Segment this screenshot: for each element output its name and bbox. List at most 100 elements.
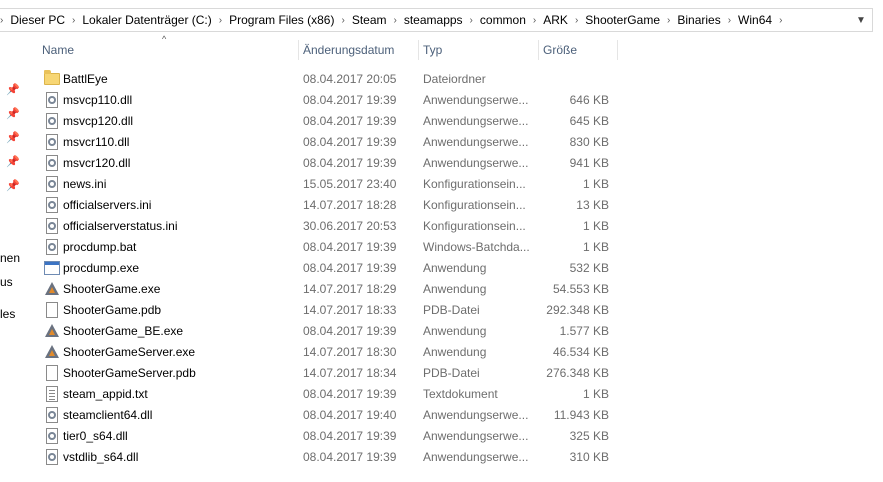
chevron-right-icon[interactable]: › xyxy=(775,15,786,26)
chevron-right-icon[interactable]: › xyxy=(466,15,477,26)
file-row[interactable]: procdump.exe 08.04.2017 19:39 Anwendung 532… xyxy=(38,258,628,279)
file-type: Anwendungserwe... xyxy=(423,135,529,149)
ark-logo-icon xyxy=(44,323,60,339)
file-date: 14.07.2017 18:29 xyxy=(303,282,397,296)
file-size xyxy=(538,69,609,90)
breadcrumb-item[interactable]: common xyxy=(477,13,529,27)
ark-logo-icon xyxy=(44,344,60,360)
file-row[interactable]: steam_appid.txt 08.04.2017 19:39 Textdokum… xyxy=(38,384,628,405)
file-date: 08.04.2017 20:05 xyxy=(303,72,397,86)
nav-item-label[interactable]: les xyxy=(0,307,15,321)
file-name: tier0_s64.dll xyxy=(63,429,128,443)
file-type: Anwendungserwe... xyxy=(423,408,529,422)
chevron-right-icon[interactable]: › xyxy=(215,15,226,26)
file-size: 11.943 KB xyxy=(553,408,609,422)
column-divider[interactable] xyxy=(617,40,618,60)
file-row[interactable]: officialserverstatus.ini 30.06.2017 20:53… xyxy=(38,216,628,237)
blank-file-icon xyxy=(44,365,60,381)
chevron-right-icon[interactable]: › xyxy=(529,15,540,26)
breadcrumb-item[interactable]: Steam xyxy=(349,13,390,27)
file-size: 276.348 KB xyxy=(546,366,609,380)
address-bar[interactable]: › Dieser PC › Lokaler Datenträger (C:) › Prog… xyxy=(0,8,873,32)
breadcrumb-item[interactable]: Lokaler Datenträger (C:) xyxy=(79,13,214,27)
file-type: Anwendungserwe... xyxy=(423,450,529,464)
file-name: ShooterGameServer.pdb xyxy=(63,366,196,380)
file-row[interactable]: msvcp120.dll 08.04.2017 19:39 Anwendungser… xyxy=(38,111,628,132)
file-row[interactable]: msvcp110.dll 08.04.2017 19:39 Anwendungser… xyxy=(38,90,628,111)
chevron-right-icon[interactable]: › xyxy=(0,15,7,26)
breadcrumb-item[interactable]: ShooterGame xyxy=(582,13,663,27)
chevron-right-icon[interactable]: › xyxy=(68,15,79,26)
file-date: 08.04.2017 19:39 xyxy=(303,387,397,401)
column-header-name[interactable]: Name xyxy=(38,36,299,64)
nav-item-label[interactable]: us xyxy=(0,275,13,289)
pin-icon[interactable]: 📌 xyxy=(6,132,20,144)
file-list: BattlEye 08.04.2017 20:05 Dateiordner msvcp… xyxy=(38,69,628,468)
breadcrumb-item[interactable]: ARK xyxy=(540,13,571,27)
file-size: 941 KB xyxy=(569,156,609,170)
file-row[interactable]: msvcr110.dll 08.04.2017 19:39 Anwendungser… xyxy=(38,132,628,153)
breadcrumb-item[interactable]: Binaries xyxy=(674,13,723,27)
file-date: 14.07.2017 18:33 xyxy=(303,303,397,317)
pin-icon[interactable]: 📌 xyxy=(6,156,20,168)
file-row[interactable]: BattlEye 08.04.2017 20:05 Dateiordner xyxy=(38,69,628,90)
file-row[interactable]: ShooterGameServer.exe 14.07.2017 18:30 Anw… xyxy=(38,342,628,363)
file-date: 08.04.2017 19:39 xyxy=(303,324,397,338)
chevron-right-icon[interactable]: › xyxy=(571,15,582,26)
chevron-right-icon[interactable]: › xyxy=(724,15,735,26)
dll-file-icon xyxy=(44,155,60,171)
file-type: PDB-Datei xyxy=(423,303,480,317)
file-date: 14.07.2017 18:34 xyxy=(303,366,397,380)
breadcrumb-item[interactable]: Dieser PC xyxy=(7,13,68,27)
file-row[interactable]: news.ini 15.05.2017 23:40 Konfigurationsei… xyxy=(38,174,628,195)
column-header-size[interactable]: Größe xyxy=(539,36,618,64)
file-size: 646 KB xyxy=(569,93,609,107)
column-header-type[interactable]: Typ xyxy=(419,36,539,64)
file-row[interactable]: tier0_s64.dll 08.04.2017 19:39 Anwendungse… xyxy=(38,426,628,447)
file-row[interactable]: steamclient64.dll 08.04.2017 19:40 Anwendu… xyxy=(38,405,628,426)
chevron-right-icon[interactable]: › xyxy=(663,15,674,26)
file-name: vstdlib_s64.dll xyxy=(63,450,139,464)
file-type: Anwendung xyxy=(423,282,487,296)
breadcrumb-item[interactable]: Win64 xyxy=(735,13,775,27)
chevron-down-icon: ▼ xyxy=(856,14,866,26)
file-type: Windows-Batchda... xyxy=(423,240,530,254)
file-type: Konfigurationsein... xyxy=(423,177,526,191)
file-row[interactable]: msvcr120.dll 08.04.2017 19:39 Anwendungser… xyxy=(38,153,628,174)
file-size: 645 KB xyxy=(569,114,609,128)
dll-file-icon xyxy=(44,428,60,444)
pin-icon[interactable]: 📌 xyxy=(6,84,20,96)
file-name: ShooterGame.pdb xyxy=(63,303,162,317)
file-row[interactable]: officialservers.ini 14.07.2017 18:28 Konfi… xyxy=(38,195,628,216)
file-date: 14.07.2017 18:30 xyxy=(303,345,397,359)
file-size: 1.577 KB xyxy=(559,324,609,338)
file-size: 13 KB xyxy=(576,198,609,212)
pin-icon[interactable]: 📌 xyxy=(6,108,20,120)
file-type: Anwendung xyxy=(423,324,487,338)
file-row[interactable]: ShooterGame_BE.exe 08.04.2017 19:39 Anwend… xyxy=(38,321,628,342)
breadcrumb-item[interactable]: steamapps xyxy=(401,13,466,27)
column-header-date[interactable]: Änderungsdatum xyxy=(299,36,419,64)
file-size: 1 KB xyxy=(582,219,609,233)
column-header-label: Größe xyxy=(543,43,578,57)
nav-item-label[interactable]: nen xyxy=(0,251,20,265)
file-size: 310 KB xyxy=(569,450,609,464)
dll-file-icon xyxy=(44,92,60,108)
file-name: steamclient64.dll xyxy=(63,408,153,422)
address-history-dropdown[interactable]: ▼ xyxy=(850,9,872,31)
file-row[interactable]: procdump.bat 08.04.2017 19:39 Windows-Batc… xyxy=(38,237,628,258)
file-date: 08.04.2017 19:39 xyxy=(303,156,397,170)
file-row[interactable]: ShooterGameServer.pdb 14.07.2017 18:34 PDB… xyxy=(38,363,628,384)
file-row[interactable]: ShooterGame.pdb 14.07.2017 18:33 PDB-Datei… xyxy=(38,300,628,321)
pin-icon[interactable]: 📌 xyxy=(6,180,20,192)
file-row[interactable]: ShooterGame.exe 14.07.2017 18:29 Anwendung… xyxy=(38,279,628,300)
file-date: 08.04.2017 19:39 xyxy=(303,261,397,275)
file-type: Anwendungserwe... xyxy=(423,156,529,170)
file-name: officialservers.ini xyxy=(63,198,152,212)
chevron-right-icon[interactable]: › xyxy=(337,15,348,26)
chevron-right-icon[interactable]: › xyxy=(390,15,401,26)
breadcrumb-item[interactable]: Program Files (x86) xyxy=(226,13,337,27)
file-size: 1 KB xyxy=(582,240,609,254)
file-row[interactable]: vstdlib_s64.dll 08.04.2017 19:39 Anwendung… xyxy=(38,447,628,468)
dll-file-icon xyxy=(44,134,60,150)
